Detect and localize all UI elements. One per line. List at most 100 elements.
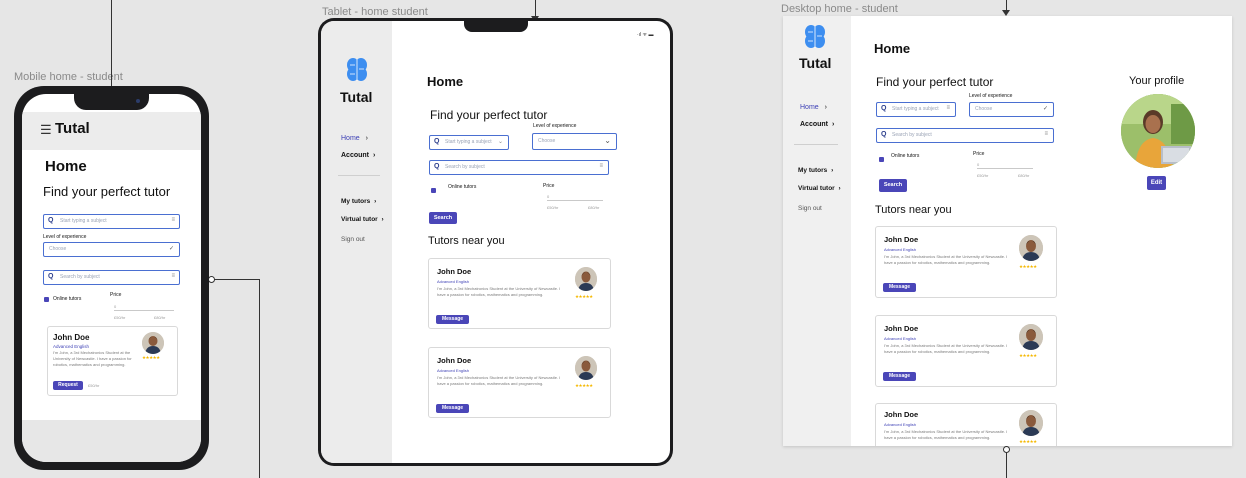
price-slider[interactable]	[547, 200, 603, 201]
camera-icon	[136, 99, 140, 103]
filter-icon[interactable]: ≡	[599, 163, 603, 169]
message-button[interactable]: Message	[436, 315, 469, 324]
price-high: £80/hr	[154, 315, 166, 320]
rating-stars: ★★★★★	[142, 355, 160, 360]
check-icon: ✓	[1042, 106, 1048, 112]
tutor-avatar	[142, 332, 164, 354]
brain-logo-icon	[804, 24, 826, 55]
connector-line	[212, 279, 259, 280]
online-tutors-label: Online tutors	[53, 296, 82, 302]
price-low: £50/hr	[114, 315, 126, 320]
rating-stars: ★★★★★	[1019, 264, 1037, 269]
nav-home[interactable]: Home ›	[341, 135, 368, 142]
filter-icon[interactable]: ≡	[171, 273, 175, 279]
rating-stars: ★★★★★	[1019, 439, 1037, 444]
app-logo: Tutal	[55, 120, 90, 137]
chevron-right-icon: ›	[831, 167, 834, 174]
search-button[interactable]: Search	[879, 179, 907, 192]
tutor-avatar	[1019, 235, 1043, 261]
nav-virtual-tutor[interactable]: Virtual tutor ›	[341, 216, 384, 223]
level-label: Level of experience	[43, 234, 87, 240]
price-slider[interactable]	[114, 310, 174, 311]
subject-input[interactable]: Q Start typing a subject ≡	[876, 102, 956, 117]
message-button[interactable]: Message	[436, 404, 469, 413]
tutor-avatar	[575, 356, 597, 380]
connector-line	[1006, 0, 1007, 10]
check-icon: ✓	[168, 246, 174, 252]
request-button[interactable]: Request	[53, 381, 83, 390]
filter-icon[interactable]: ≡	[1044, 131, 1048, 137]
sidebar-divider	[338, 175, 380, 176]
tutor-rate: £50/hr	[88, 383, 100, 388]
level-select[interactable]: Choose ✓	[969, 102, 1054, 117]
search-icon: Q	[48, 217, 54, 224]
nav-virtual-tutor[interactable]: Virtual tutor ›	[798, 185, 841, 192]
edit-profile-button[interactable]: Edit	[1147, 176, 1166, 190]
sidebar-divider	[794, 144, 838, 145]
search-subject-input[interactable]: Q Search by subject ≡	[876, 128, 1054, 143]
mobile-bottom-bar	[22, 420, 201, 462]
subject-input[interactable]: Q Start typing a subject ≡	[43, 214, 180, 229]
tutor-avatar	[575, 267, 597, 291]
search-icon: Q	[48, 273, 54, 280]
search-subject-input[interactable]: Q Search by subject ≡	[43, 270, 180, 285]
nav-account[interactable]: Account ›	[800, 121, 834, 128]
nav-my-tutors[interactable]: My tutors ›	[798, 167, 833, 174]
connector-line	[1006, 450, 1007, 478]
online-tutors-label: Online tutors	[891, 153, 920, 159]
filter-icon[interactable]: ≡	[946, 105, 950, 111]
message-button[interactable]: Message	[883, 283, 916, 292]
profile-avatar[interactable]	[1121, 94, 1195, 168]
search-icon: Q	[881, 105, 887, 112]
price-low: £50/hr	[977, 173, 989, 178]
chevron-right-icon: ›	[372, 152, 376, 159]
online-tutors-checkbox[interactable]	[879, 157, 884, 162]
chevron-down-icon[interactable]: ⌄	[604, 136, 611, 145]
online-tutors-checkbox[interactable]	[431, 188, 436, 193]
search-button[interactable]: Search	[429, 212, 457, 224]
level-select[interactable]: Choose ⌄	[532, 133, 617, 150]
nav-sign-out[interactable]: Sign out	[798, 205, 822, 212]
online-tutors-checkbox[interactable]	[44, 297, 49, 302]
search-icon: Q	[434, 163, 440, 170]
app-logo: Tutal	[340, 89, 373, 105]
tablet-device-frame: Tutal Home › Account › My tutors › Virtu…	[318, 18, 673, 466]
tutor-card[interactable]: John Doe Advanced English I'm John, a 3r…	[875, 403, 1057, 446]
tutor-card[interactable]: John Doe Advanced English I'm John, a 3r…	[47, 326, 178, 396]
connector-dot	[208, 276, 215, 283]
level-select[interactable]: Choose ✓	[43, 242, 180, 257]
chevron-right-icon: ›	[824, 104, 827, 111]
nav-my-tutors[interactable]: My tutors ›	[341, 198, 376, 205]
message-button[interactable]: Message	[883, 372, 916, 381]
tutor-card[interactable]: John Doe Advanced English I'm John, a 3r…	[875, 226, 1057, 298]
connector-line	[535, 0, 536, 16]
chevron-right-icon: ›	[831, 121, 835, 128]
tutor-avatar	[1019, 324, 1043, 350]
online-tutors-label: Online tutors	[448, 184, 477, 190]
page-title: Home	[427, 74, 464, 89]
price-label: Price	[110, 292, 122, 298]
phone-notch	[74, 94, 149, 110]
price-slider[interactable]	[977, 168, 1033, 169]
nav-sign-out[interactable]: Sign out	[341, 236, 365, 243]
nav-account[interactable]: Account ›	[341, 152, 375, 159]
subject-input[interactable]: Q Start typing a subject ⌄	[429, 135, 509, 150]
chevron-right-icon: ›	[381, 216, 384, 223]
nav-home[interactable]: Home ›	[800, 104, 827, 111]
hamburger-icon[interactable]: ☰	[40, 122, 52, 138]
connector-dot	[1003, 446, 1010, 453]
mobile-header: ☰ Tutal	[22, 112, 201, 150]
chevron-down-icon[interactable]: ⌄	[498, 138, 503, 145]
page-title: Home	[45, 158, 87, 175]
connector-line	[111, 0, 112, 88]
price-label: Price	[973, 151, 985, 157]
search-subject-input[interactable]: Q Search by subject ≡	[429, 160, 609, 175]
status-bar-icons: ·ıl ᯤ ▬	[637, 32, 654, 38]
app-logo: Tutal	[799, 55, 832, 71]
tutor-card[interactable]: John Doe Advanced English I'm John, a 3r…	[428, 347, 611, 418]
filter-icon[interactable]: ≡	[171, 217, 175, 223]
tutor-card[interactable]: John Doe Advanced English I'm John, a 3r…	[875, 315, 1057, 387]
tutor-card[interactable]: John Doe Advanced English I'm John, a 3r…	[428, 258, 611, 329]
mobile-frame-label: Mobile home - student	[14, 71, 123, 83]
price-min: 0	[547, 194, 550, 199]
